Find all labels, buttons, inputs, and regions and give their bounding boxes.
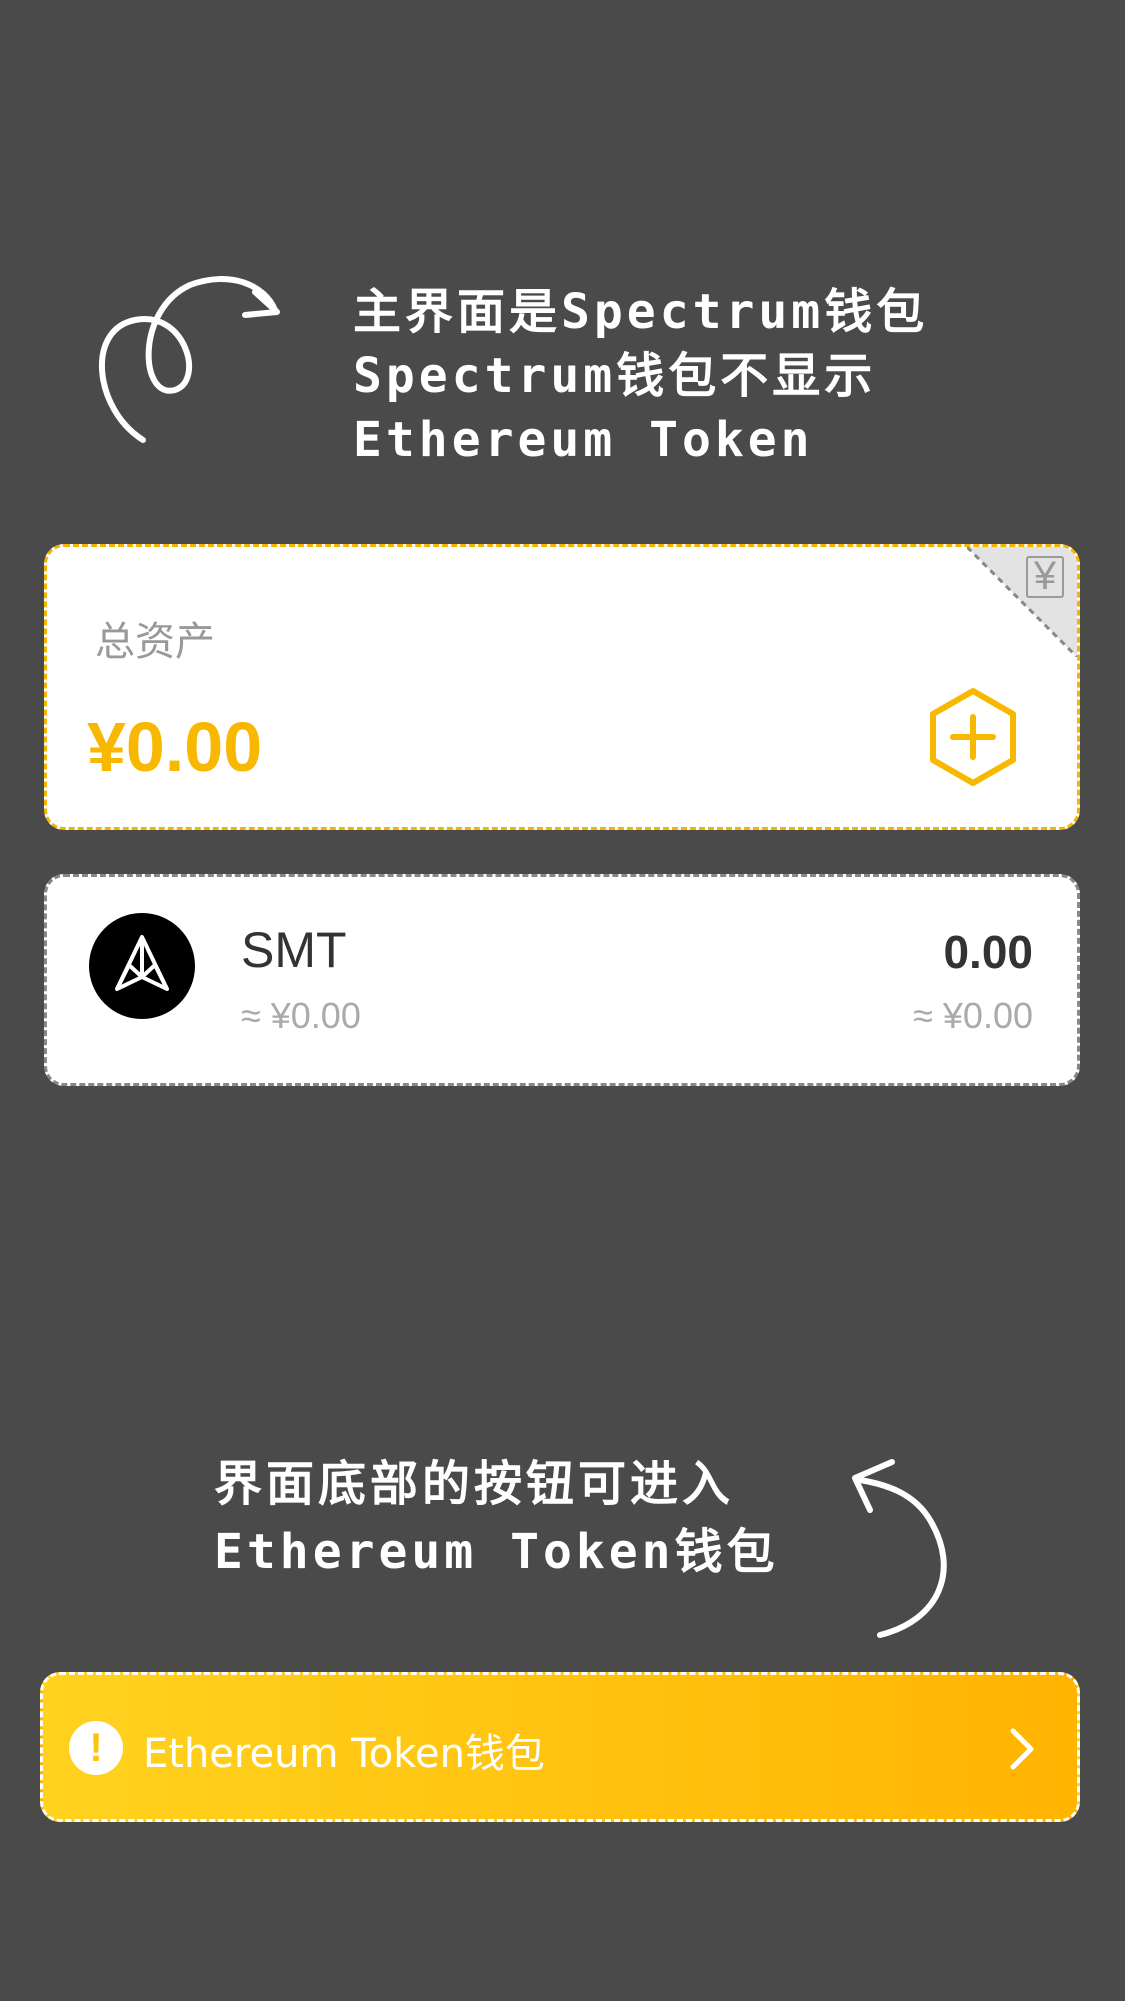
token-row-smt[interactable]: SMT ≈ ¥0.00 0.00 ≈ ¥0.00 [44,874,1080,1086]
bottom-annotation: 界面底部的按钮可进入 Ethereum Token钱包 [210,1450,970,1650]
screen: 主界面是Spectrum钱包 Spectrum钱包不显示 Ethereum To… [0,0,1125,2001]
curly-arrow-icon [99,276,280,443]
exclamation-circle-icon: ! [69,1721,123,1775]
svg-text:¥: ¥ [1033,554,1057,598]
total-assets-card: ¥ 总资产 ¥0.00 [44,544,1080,830]
ethereum-token-wallet-button[interactable]: ! Ethereum Token钱包 [40,1672,1080,1822]
top-annotation: 主界面是Spectrum钱包 Spectrum钱包不显示 Ethereum To… [95,270,995,470]
total-assets-label: 总资产 [95,619,215,665]
token-symbol: SMT [241,922,347,978]
yen-currency-icon[interactable]: ¥ [967,547,1077,657]
smt-logo-icon [89,913,195,1019]
annotation-line: Spectrum钱包不显示 [353,348,877,404]
annotation-line: 主界面是Spectrum钱包 [353,284,929,340]
ethereum-token-wallet-label: Ethereum Token钱包 [143,1731,545,1777]
chevron-right-icon [1010,1728,1034,1770]
hexagon-plus-icon[interactable] [927,687,1019,787]
annotation-line: Ethereum Token [353,412,814,468]
token-fiat-balance: ≈ ¥0.00 [913,995,1033,1036]
total-assets-amount: ¥0.00 [87,708,263,786]
annotation-line: Ethereum Token钱包 [214,1524,779,1580]
annotation-line: 界面底部的按钮可进入 [214,1456,735,1512]
token-fiat-value: ≈ ¥0.00 [241,995,361,1036]
token-balance: 0.00 [943,926,1033,978]
curved-arrow-icon [852,1459,947,1638]
